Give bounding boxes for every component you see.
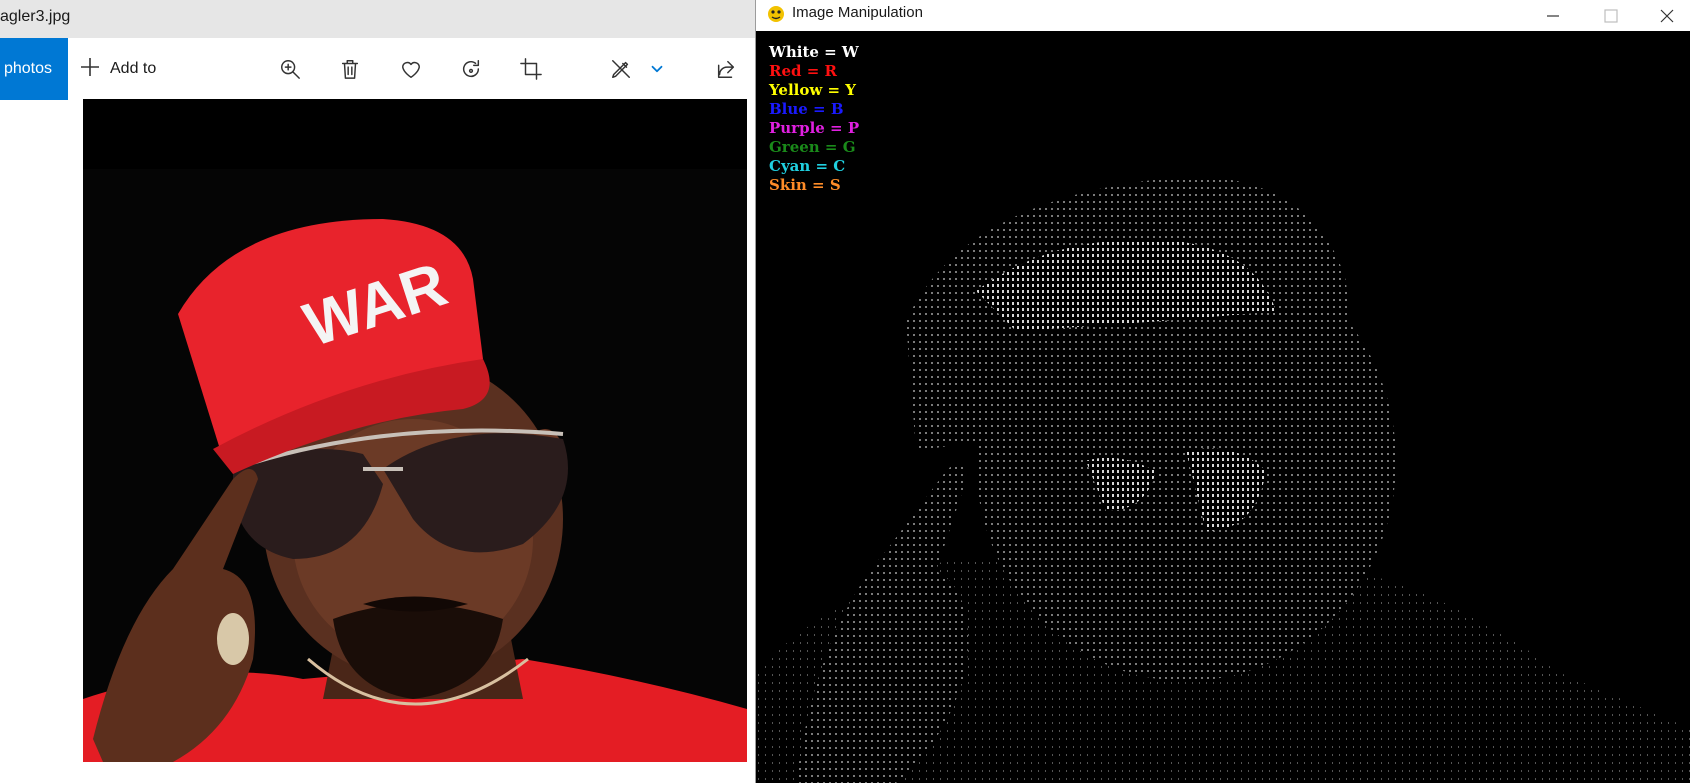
all-photos-label: l photos [0,60,52,77]
photos-app-window: agler3.jpg l photos Add to WAR [0,0,755,783]
legend-cyan: Cyan = C [769,157,846,175]
legend-blue: Blue = B [769,100,844,118]
add-to-button[interactable]: Add to [80,56,156,82]
photos-file-title: agler3.jpg [0,8,71,25]
all-photos-button[interactable]: l photos [0,38,68,100]
pygame-window-title: Image Manipulation [792,4,923,21]
pygame-image-manipulation-window: Image Manipulation White = W Red = R Yel… [755,0,1695,783]
legend-green: Green = G [769,138,856,156]
edit-draw-icon[interactable] [608,56,634,82]
color-legend: White = W Red = R Yellow = Y Blue = B Pu… [769,43,859,195]
photo-viewer-image[interactable]: WAR [83,99,747,762]
close-icon [1660,9,1674,22]
maximize-button[interactable] [1582,0,1640,31]
legend-purple: Purple = P [769,119,860,137]
background-window-edge [1690,0,1695,783]
maximize-icon [1604,8,1618,23]
legend-red: Red = R [769,62,837,80]
plus-icon [80,57,100,82]
zoom-in-icon[interactable] [277,56,303,82]
share-icon[interactable] [713,56,739,82]
pygame-snake-icon [766,4,786,24]
crop-icon[interactable] [518,56,544,82]
chevron-down-icon[interactable] [648,56,666,82]
photos-titlebar: agler3.jpg [0,0,755,38]
add-to-label: Add to [110,60,157,77]
man-with-red-cap-photo: WAR [83,99,747,762]
ascii-render-canvas: White = W Red = R Yellow = Y Blue = B Pu… [756,31,1695,783]
legend-skin: Skin = S [769,176,841,194]
pygame-titlebar: Image Manipulation [756,0,1695,31]
trash-icon[interactable] [337,56,363,82]
legend-yellow: Yellow = Y [769,81,856,99]
legend-white: White = W [769,43,859,61]
minimize-icon [1547,14,1559,17]
close-button[interactable] [1638,0,1695,31]
minimize-button[interactable] [1524,0,1582,31]
rotate-icon[interactable] [458,56,484,82]
ascii-art-portrait [756,31,1695,783]
heart-icon[interactable] [398,56,424,82]
